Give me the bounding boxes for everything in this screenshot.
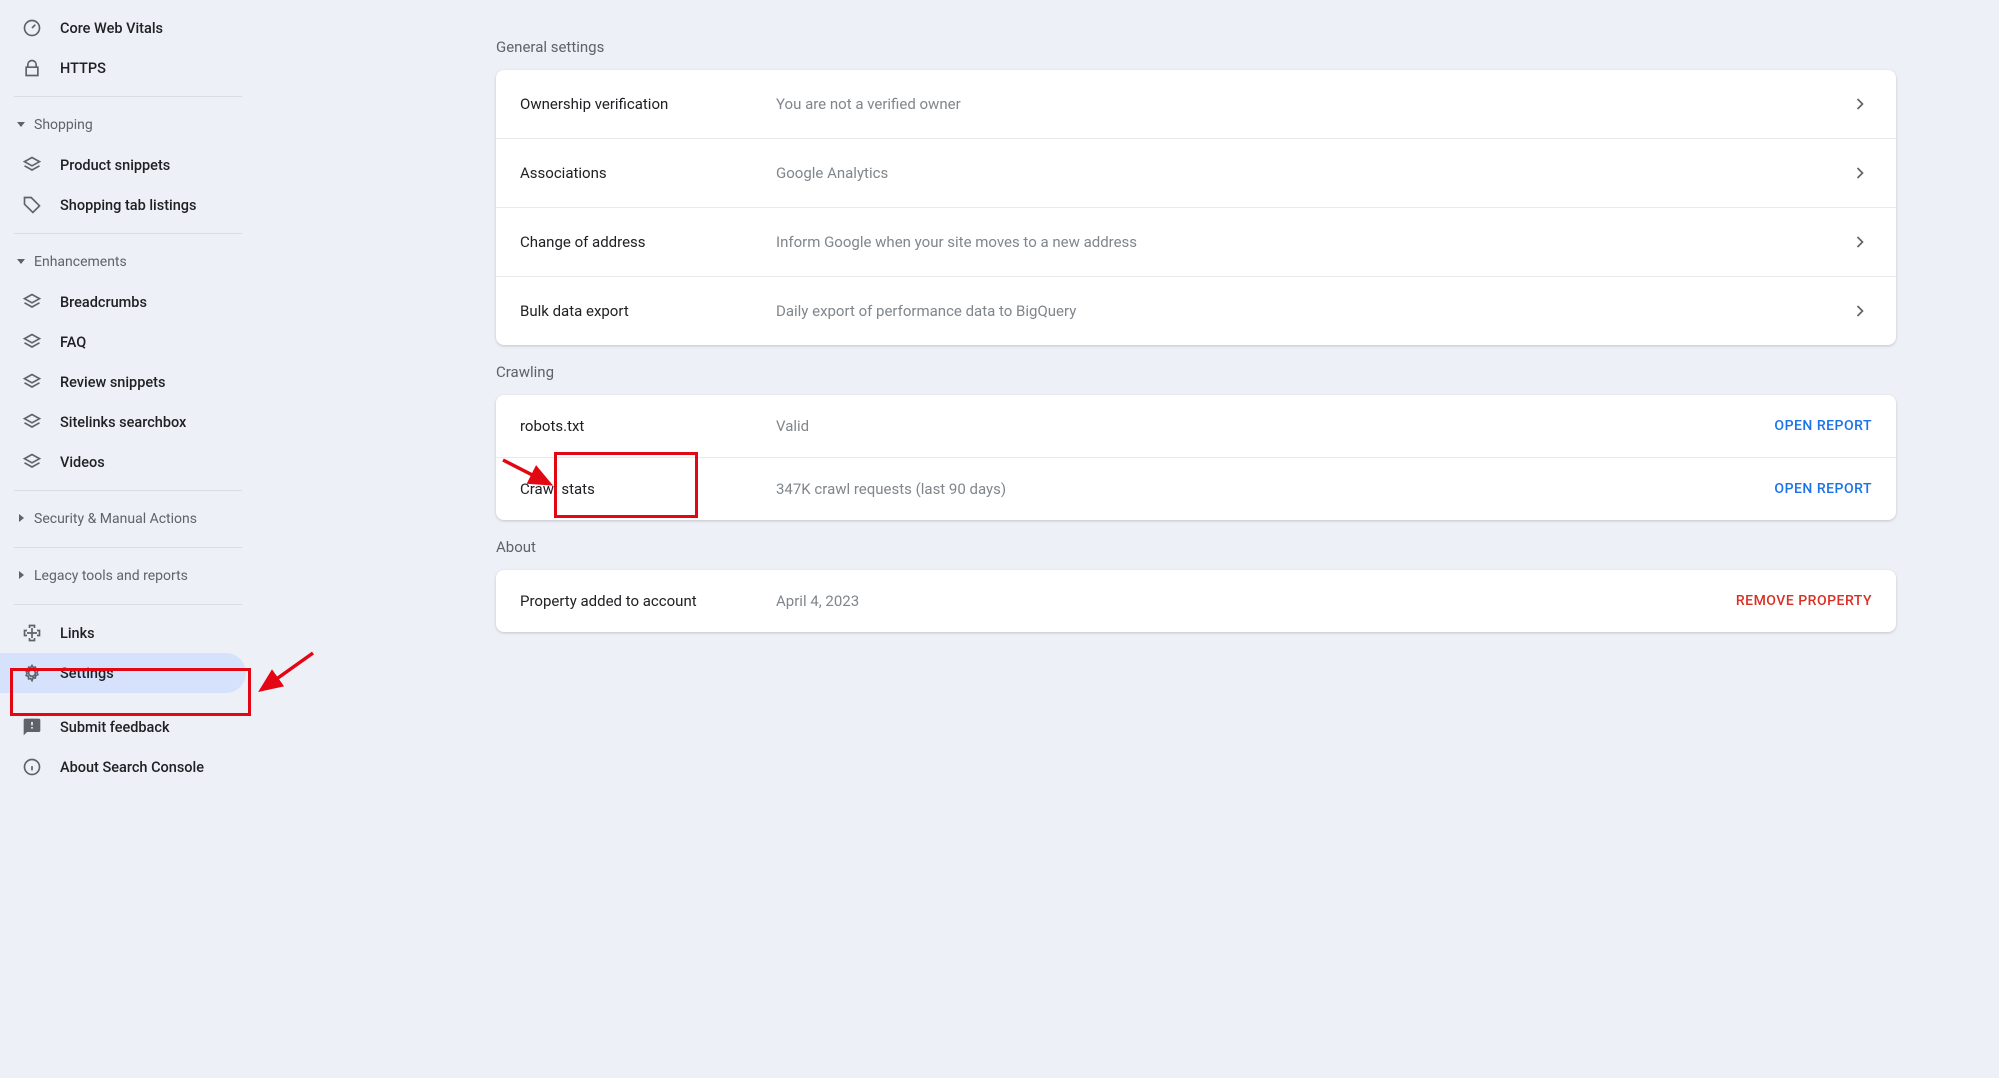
sidebar-item-faq[interactable]: FAQ [0,322,246,362]
sidebar-item-label: Shopping tab listings [60,197,196,214]
row-title: Property added to account [520,592,776,610]
section-about-label: About [496,538,1896,556]
sidebar-item-core-web-vitals[interactable]: Core Web Vitals [0,8,246,48]
sidebar-item-label: About Search Console [60,759,204,776]
row-title: Crawl stats [520,480,776,498]
sidebar-item-label: Links [60,625,95,642]
divider [14,490,242,491]
main-content: General settings Ownership verification … [256,0,1956,1078]
row-title: Ownership verification [520,95,776,113]
sidebar-item-breadcrumbs[interactable]: Breadcrumbs [0,282,246,322]
chevron-right-icon [1848,299,1872,323]
row-bulk-data-export[interactable]: Bulk data export Daily export of perform… [496,277,1896,345]
section-label: Legacy tools and reports [34,568,188,584]
triangle-right-icon [16,513,28,525]
sidebar-item-label: Review snippets [60,374,165,391]
chevron-right-icon [1848,92,1872,116]
section-label: Security & Manual Actions [34,511,197,527]
sidebar-item-label: Breadcrumbs [60,294,147,311]
divider [14,96,242,97]
lock-icon [22,58,42,78]
row-robots-txt[interactable]: robots.txt Valid OPEN REPORT [496,395,1896,458]
row-desc: Daily export of performance data to BigQ… [776,302,1848,320]
general-settings-card: Ownership verification You are not a ver… [496,70,1896,345]
sidebar-item-product-snippets[interactable]: Product snippets [0,145,246,185]
feedback-icon [22,717,42,737]
row-associations[interactable]: Associations Google Analytics [496,139,1896,208]
row-title: Change of address [520,233,776,251]
row-desc: You are not a verified owner [776,95,1848,113]
sidebar-section-enhancements[interactable]: Enhancements [0,242,256,282]
sidebar-item-settings[interactable]: Settings [0,653,246,693]
sidebar-item-label: Videos [60,454,105,471]
open-report-button[interactable]: OPEN REPORT [1774,418,1872,434]
section-general-settings-label: General settings [496,38,1896,56]
divider [14,604,242,605]
remove-property-button[interactable]: REMOVE PROPERTY [1736,593,1872,609]
sidebar-item-review-snippets[interactable]: Review snippets [0,362,246,402]
gear-icon [22,663,42,683]
section-label: Enhancements [34,254,127,270]
chevron-right-icon [1848,161,1872,185]
info-icon [22,757,42,777]
triangle-down-icon [16,119,28,131]
row-title: Associations [520,164,776,182]
layers-icon [22,372,42,392]
sidebar-item-label: Submit feedback [60,719,170,736]
sidebar-item-label: FAQ [60,334,86,351]
section-crawling-label: Crawling [496,363,1896,381]
row-desc: Google Analytics [776,164,1848,182]
layers-icon [22,412,42,432]
sidebar-section-security[interactable]: Security & Manual Actions [0,499,256,539]
gauge-icon [22,18,42,38]
triangle-right-icon [16,570,28,582]
layers-icon [22,292,42,312]
row-property-added: Property added to account April 4, 2023 … [496,570,1896,632]
row-crawl-stats[interactable]: Crawl stats 347K crawl requests (last 90… [496,458,1896,520]
row-change-of-address[interactable]: Change of address Inform Google when you… [496,208,1896,277]
sidebar-item-https[interactable]: HTTPS [0,48,246,88]
row-title: Bulk data export [520,302,776,320]
divider [14,547,242,548]
sidebar-item-label: Core Web Vitals [60,20,163,37]
sidebar-item-label: HTTPS [60,60,106,77]
chevron-right-icon [1848,230,1872,254]
triangle-down-icon [16,256,28,268]
row-desc: Valid [776,417,1774,435]
sidebar-item-links[interactable]: Links [0,613,246,653]
links-icon [22,623,42,643]
about-card: Property added to account April 4, 2023 … [496,570,1896,632]
open-report-button[interactable]: OPEN REPORT [1774,481,1872,497]
layers-icon [22,452,42,472]
row-desc: 347K crawl requests (last 90 days) [776,480,1774,498]
sidebar-item-videos[interactable]: Videos [0,442,246,482]
sidebar-item-label: Sitelinks searchbox [60,414,186,431]
divider [14,233,242,234]
sidebar-item-about-search-console[interactable]: About Search Console [0,747,246,787]
row-desc: April 4, 2023 [776,592,1736,610]
sidebar-item-label: Product snippets [60,157,170,174]
row-desc: Inform Google when your site moves to a … [776,233,1848,251]
tag-icon [22,195,42,215]
sidebar-item-shopping-tab-listings[interactable]: Shopping tab listings [0,185,246,225]
sidebar-section-legacy[interactable]: Legacy tools and reports [0,556,256,596]
sidebar-item-label: Settings [60,665,114,682]
sidebar-section-shopping[interactable]: Shopping [0,105,256,145]
crawling-card: robots.txt Valid OPEN REPORT Crawl stats… [496,395,1896,520]
sidebar: Core Web Vitals HTTPS Shopping Product s… [0,0,256,1078]
row-title: robots.txt [520,417,776,435]
layers-icon [22,155,42,175]
sidebar-item-submit-feedback[interactable]: Submit feedback [0,707,246,747]
sidebar-item-sitelinks-searchbox[interactable]: Sitelinks searchbox [0,402,246,442]
row-ownership-verification[interactable]: Ownership verification You are not a ver… [496,70,1896,139]
section-label: Shopping [34,117,93,133]
layers-icon [22,332,42,352]
